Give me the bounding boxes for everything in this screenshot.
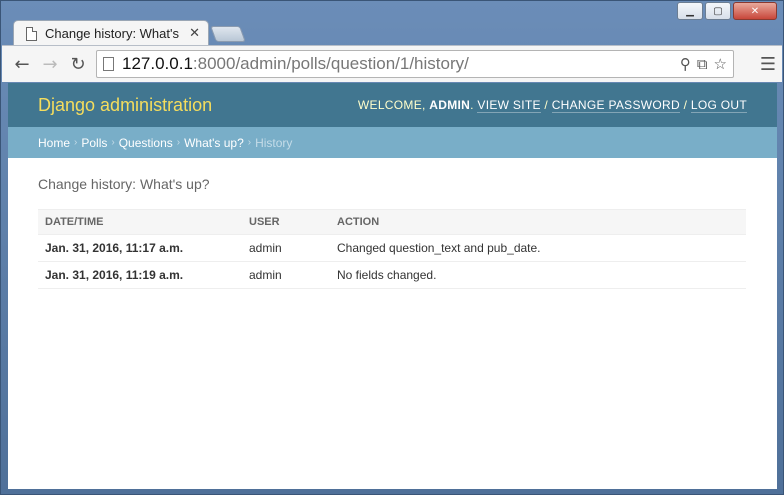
breadcrumb-object[interactable]: What's up? [184, 136, 244, 150]
history-table: DATE/TIME USER ACTION Jan. 31, 2016, 11:… [38, 209, 746, 289]
browser-window: ▁ ▢ ✕ Change history: What's up? ✕ ← → ↻… [0, 0, 784, 495]
site-header: Django administration WELCOME, ADMIN. VI… [8, 83, 777, 127]
back-icon[interactable]: ← [8, 50, 36, 78]
row-datetime: Jan. 31, 2016, 11:17 a.m. [38, 234, 242, 262]
minimize-icon[interactable]: ▁ [677, 2, 703, 20]
username: ADMIN [429, 98, 471, 112]
bookmark-star-icon[interactable]: ☆ [714, 55, 727, 73]
new-tab-button[interactable] [210, 26, 246, 42]
change-password-link[interactable]: CHANGE PASSWORD [551, 98, 680, 113]
reload-icon[interactable]: ↻ [64, 50, 92, 78]
window-controls: ▁ ▢ ✕ [677, 2, 777, 20]
table-row: Jan. 31, 2016, 11:17 a.m. admin Changed … [38, 234, 746, 262]
url-text[interactable]: 127.0.0.1:8000/admin/polls/question/1/hi… [122, 54, 680, 74]
view-site-link[interactable]: VIEW SITE [477, 98, 541, 113]
menu-icon[interactable]: ☰ [760, 54, 776, 75]
zoom-icon[interactable]: ⚲ [680, 55, 691, 73]
log-out-link[interactable]: LOG OUT [690, 98, 747, 113]
row-user: admin [242, 234, 330, 262]
user-tools: WELCOME, ADMIN. VIEW SITE / CHANGE PASSW… [357, 98, 747, 113]
breadcrumb-home[interactable]: Home [38, 136, 70, 150]
row-action: No fields changed. [330, 261, 746, 289]
row-datetime: Jan. 31, 2016, 11:19 a.m. [38, 261, 242, 289]
page-title: Change history: What's up? [38, 176, 210, 192]
column-header-datetime: DATE/TIME [38, 209, 242, 235]
column-header-user: USER [242, 209, 330, 235]
breadcrumb: Home › Polls › Questions › What's up? › … [8, 127, 777, 158]
breadcrumb-polls[interactable]: Polls [81, 136, 107, 150]
column-header-action: ACTION [330, 209, 746, 235]
row-user: admin [242, 261, 330, 289]
page-info-icon[interactable] [103, 57, 114, 71]
close-window-icon[interactable]: ✕ [733, 2, 777, 20]
browser-toolbar: ← → ↻ 127.0.0.1:8000/admin/polls/questio… [2, 45, 782, 82]
tab-title: Change history: What's up? [45, 26, 181, 41]
tab-close-icon[interactable]: ✕ [189, 26, 200, 41]
browser-tab[interactable]: Change history: What's up? ✕ [13, 20, 209, 46]
table-row: Jan. 31, 2016, 11:19 a.m. admin No field… [38, 261, 746, 289]
welcome-text: WELCOME, [357, 98, 426, 112]
site-branding[interactable]: Django administration [38, 95, 212, 116]
address-bar[interactable]: 127.0.0.1:8000/admin/polls/question/1/hi… [96, 50, 734, 78]
translate-icon[interactable]: ⧉ [697, 55, 708, 73]
breadcrumb-questions[interactable]: Questions [119, 136, 173, 150]
content: Change history: What's up? DATE/TIME USE… [8, 158, 777, 307]
forward-icon[interactable]: → [36, 50, 64, 78]
page-viewport: Django administration WELCOME, ADMIN. VI… [8, 83, 777, 489]
row-action: Changed question_text and pub_date. [330, 234, 746, 262]
page-icon [26, 26, 37, 41]
maximize-icon[interactable]: ▢ [705, 2, 731, 20]
breadcrumb-current: History [255, 135, 293, 150]
